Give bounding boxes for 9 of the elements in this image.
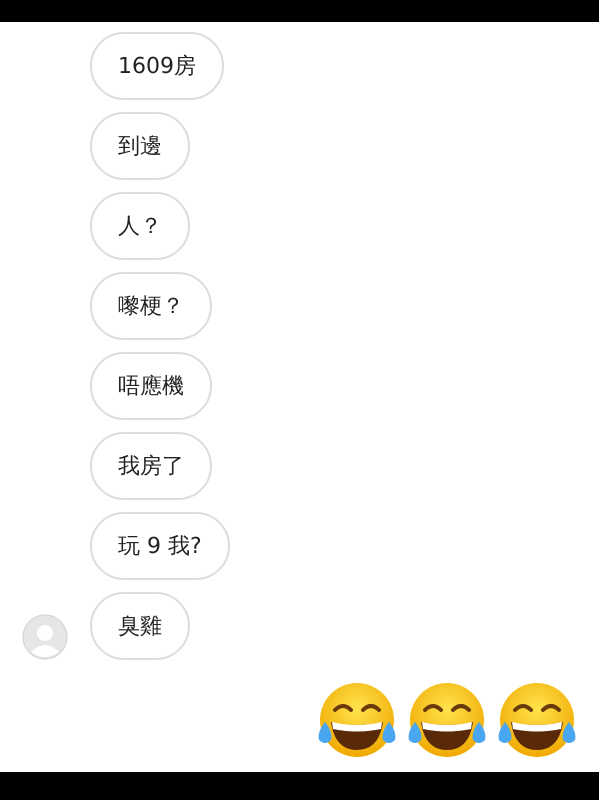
- message-bubble: 臭雞: [90, 592, 190, 660]
- message-bubble: 我房了: [90, 432, 212, 500]
- message-bubble: 嚟梗？: [90, 272, 212, 340]
- message-bubble: 玩 9 我?: [90, 512, 230, 580]
- message-bubble: 到邊: [90, 112, 190, 180]
- message-bubble: 人？: [90, 192, 190, 260]
- message-bubble: 1609房: [90, 32, 224, 100]
- avatar-icon: [22, 614, 68, 660]
- message-bubble: 唔應機: [90, 352, 212, 420]
